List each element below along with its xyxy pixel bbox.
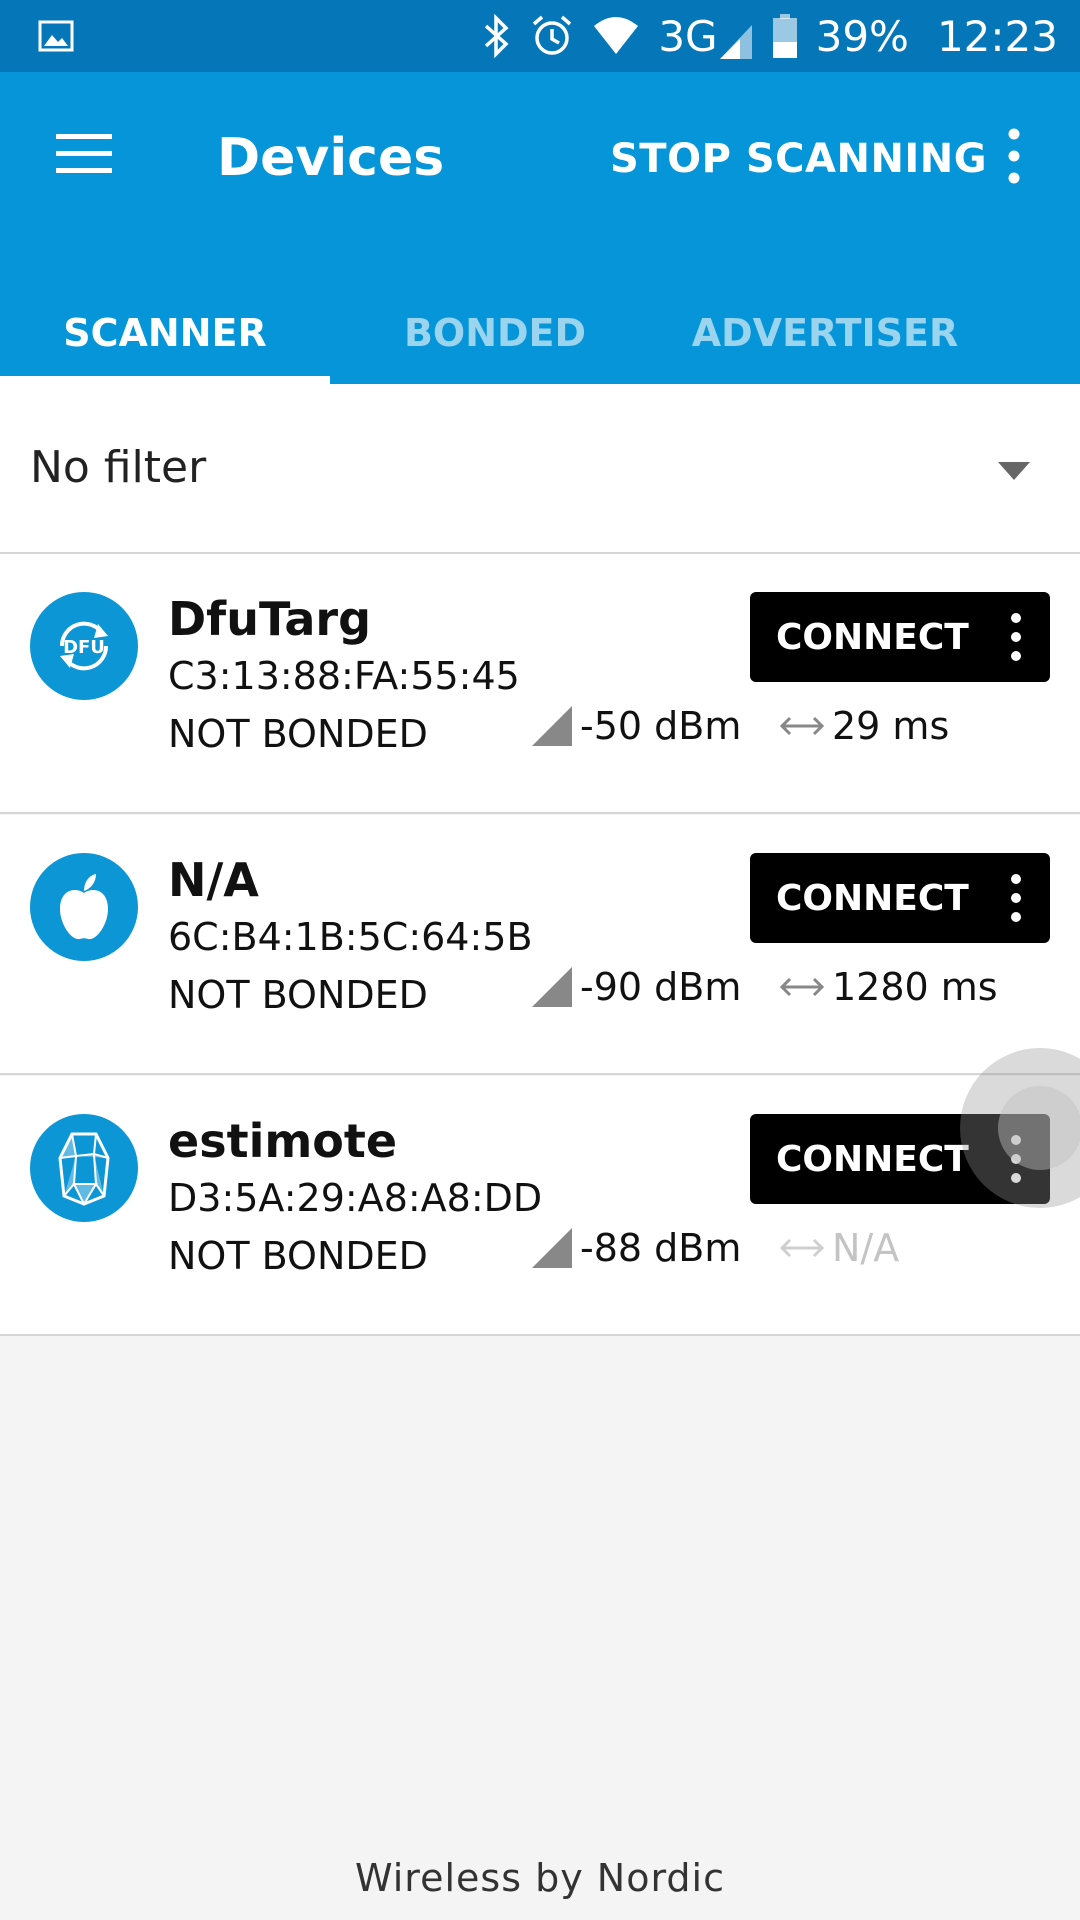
- svg-text:DFU: DFU: [63, 637, 105, 658]
- estimote-beacon-icon: [30, 1114, 138, 1222]
- connect-label: CONNECT: [776, 877, 969, 919]
- interval-arrows-icon: [780, 977, 824, 997]
- connect-label: CONNECT: [776, 616, 969, 658]
- rssi: -90 dBm: [532, 965, 741, 1009]
- interval-arrows-icon: [780, 1238, 824, 1258]
- rssi-value: -50 dBm: [580, 704, 742, 748]
- device-name: DfuTarg: [168, 592, 372, 646]
- interval-value: 29 ms: [832, 704, 950, 748]
- tab-bar: SCANNER BONDED ADVERTISER: [0, 282, 1080, 384]
- footer-text: Wireless by Nordic: [355, 1856, 725, 1900]
- battery-percent: 39%: [815, 11, 909, 61]
- cell-signal-icon: [719, 24, 752, 59]
- device-row[interactable]: N/A 6C:B4:1B:5C:64:5B NOT BONDED -90 dBm…: [0, 815, 1080, 1075]
- signal-strength-icon: [532, 706, 572, 746]
- bond-state: NOT BONDED: [168, 1234, 428, 1278]
- more-vert-icon[interactable]: [1000, 128, 1028, 184]
- advertising-interval: 29 ms: [780, 704, 949, 748]
- filter-dropdown[interactable]: No filter: [0, 384, 1080, 554]
- bond-state: NOT BONDED: [168, 973, 428, 1017]
- tab-bonded[interactable]: BONDED: [330, 282, 660, 384]
- clock: 12:23: [936, 11, 1058, 61]
- tab-scanner[interactable]: SCANNER: [0, 282, 330, 384]
- device-address: C3:13:88:FA:55:45: [168, 654, 520, 698]
- screen: 3G 39% 12:23 Devices STOP SCANNING SCANN…: [0, 0, 1080, 1920]
- connect-button[interactable]: CONNECT: [750, 592, 1050, 682]
- stop-scanning-button[interactable]: STOP SCANNING: [610, 136, 987, 182]
- apple-icon: [30, 853, 138, 961]
- device-row[interactable]: estimote D3:5A:29:A8:A8:DD NOT BONDED -8…: [0, 1076, 1080, 1336]
- dropdown-arrow-icon: [998, 462, 1030, 480]
- wifi-icon: [594, 17, 639, 54]
- device-name: estimote: [168, 1114, 398, 1168]
- tab-advertiser[interactable]: ADVERTISER: [660, 282, 990, 384]
- image-icon: [38, 20, 74, 52]
- connect-label: CONNECT: [776, 1138, 969, 1180]
- alarm-icon: [533, 15, 572, 55]
- rssi: -88 dBm: [532, 1226, 741, 1270]
- interval-value: N/A: [832, 1226, 900, 1270]
- more-vert-icon[interactable]: [1006, 612, 1026, 662]
- interval-value: 1280 ms: [832, 965, 998, 1009]
- bond-state: NOT BONDED: [168, 712, 428, 756]
- rssi: -50 dBm: [532, 704, 741, 748]
- device-address: 6C:B4:1B:5C:64:5B: [168, 915, 533, 959]
- app-bar: Devices STOP SCANNING SCANNER BONDED ADV…: [0, 72, 1080, 384]
- interval-arrows-icon: [780, 716, 824, 736]
- status-bar: 3G 39% 12:23: [0, 0, 1080, 72]
- advertising-interval: 1280 ms: [780, 965, 998, 1009]
- signal-strength-icon: [532, 967, 572, 1007]
- filter-selected: No filter: [30, 442, 207, 493]
- rssi-value: -90 dBm: [580, 965, 742, 1009]
- device-name: N/A: [168, 853, 259, 907]
- signal-strength-icon: [532, 1228, 572, 1268]
- more-vert-icon[interactable]: [1006, 873, 1026, 923]
- connect-button[interactable]: CONNECT: [750, 853, 1050, 943]
- device-row[interactable]: DFU DfuTarg C3:13:88:FA:55:45 NOT BONDED…: [0, 554, 1080, 814]
- dfu-icon: DFU: [30, 592, 138, 700]
- battery-icon: [772, 14, 797, 58]
- network-type: 3G: [658, 11, 718, 61]
- device-address: D3:5A:29:A8:A8:DD: [168, 1176, 543, 1220]
- page-title: Devices: [217, 128, 445, 188]
- bluetooth-icon: [485, 14, 509, 58]
- rssi-value: -88 dBm: [580, 1226, 742, 1270]
- menu-icon[interactable]: [56, 132, 112, 176]
- advertising-interval: N/A: [780, 1226, 899, 1270]
